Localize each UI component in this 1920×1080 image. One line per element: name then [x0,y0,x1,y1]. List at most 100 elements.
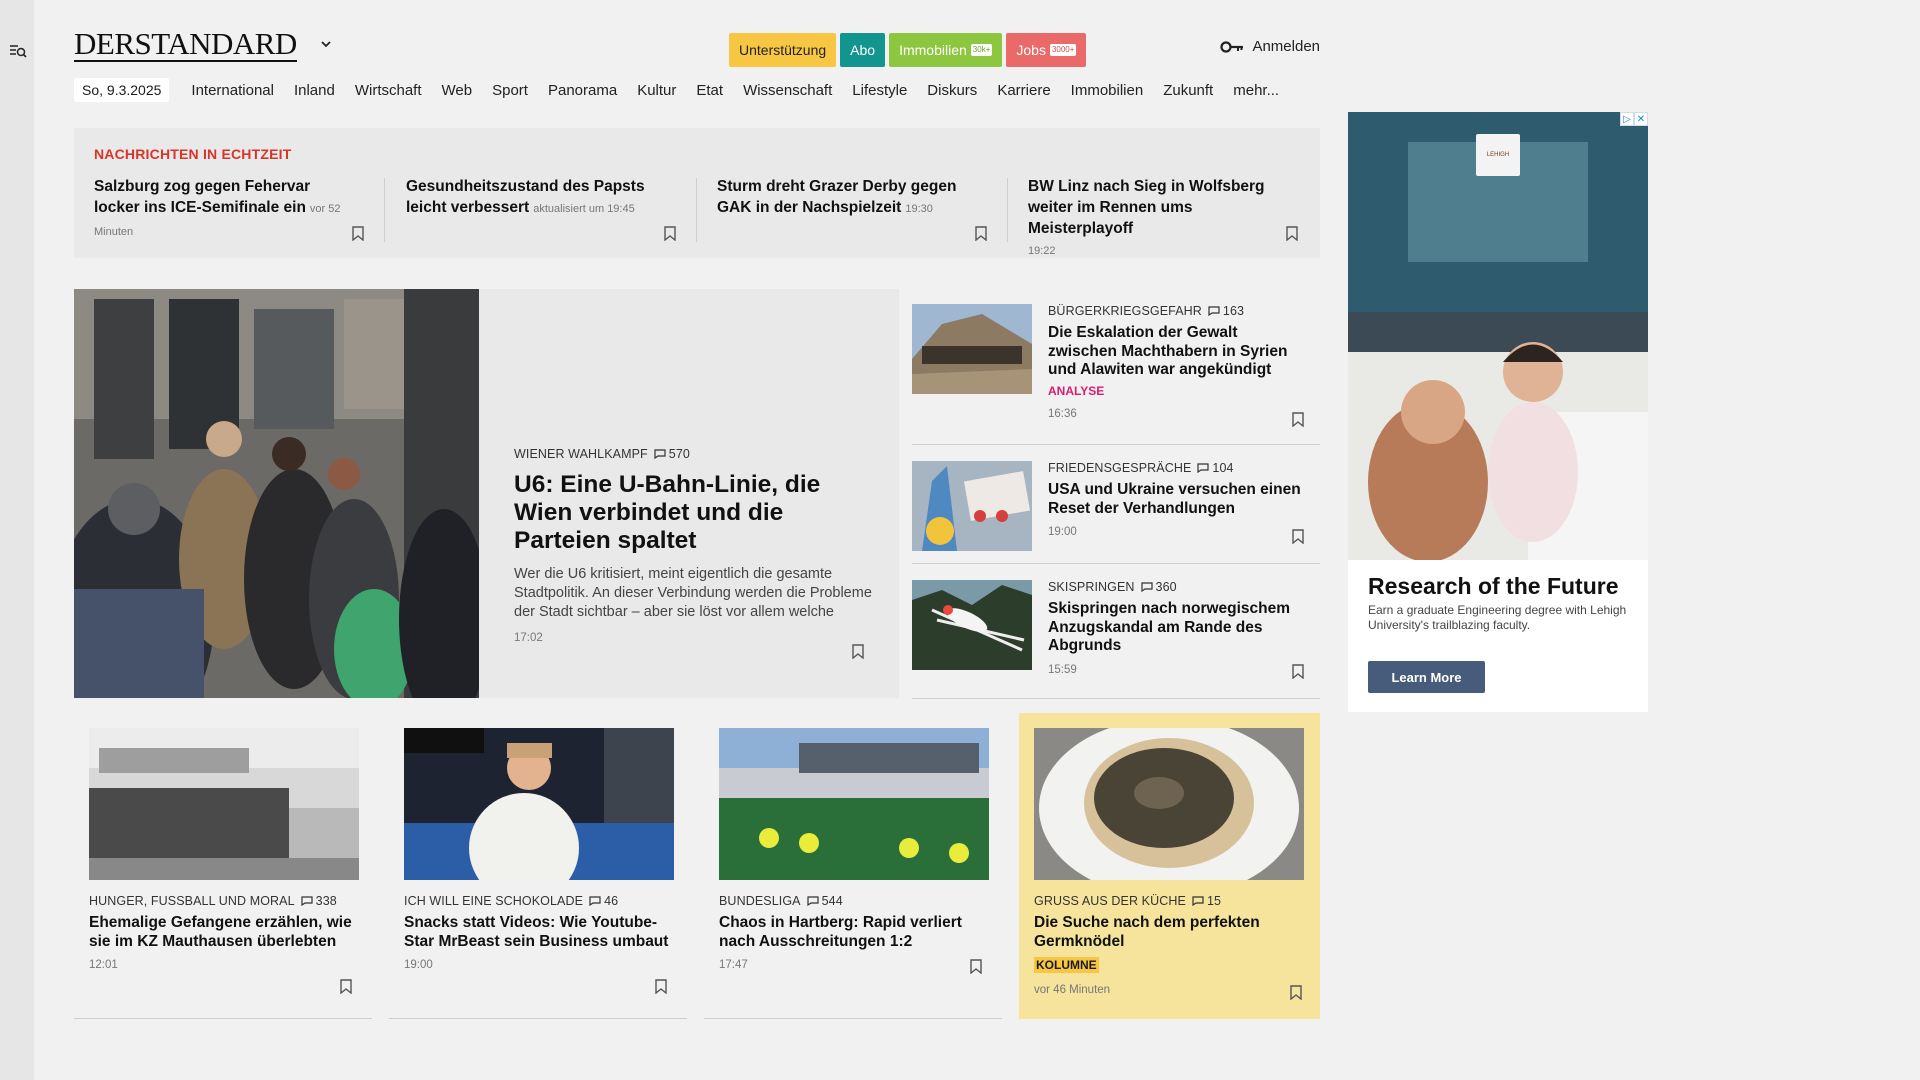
side-article[interactable]: SKISPRINGEN 360 Skispringen nach norwegis… [912,565,1320,699]
ad-close-icon[interactable]: ✕ [1634,112,1648,126]
comment-count[interactable]: 46 [589,894,618,908]
bookmark-icon[interactable] [664,226,676,241]
nav-item-wissenschaft[interactable]: Wissenschaft [733,82,842,99]
bookmark-icon[interactable] [655,979,667,994]
side-article[interactable]: FRIEDENSGESPRÄCHE 104 USA und Ukraine ver… [912,446,1320,564]
ad-choices[interactable]: ▷ ✕ [1620,112,1648,126]
side-headline[interactable]: USA und Ukraine versuchen einen Reset de… [1048,481,1310,518]
bookmark-icon[interactable] [970,959,982,974]
nav-item-wirtschaft[interactable]: Wirtschaft [345,82,432,99]
bookmark-icon[interactable] [1292,529,1304,544]
ad-headline: Research of the Future [1368,573,1619,599]
comment-count[interactable]: 104 [1197,461,1233,475]
advertisement[interactable]: LEHIGH ▷ ✕ Research of the Future Earn a… [1348,112,1648,712]
ticker-time: 19:30 [905,203,933,215]
nav-item-kultur[interactable]: Kultur [627,82,686,99]
ticker-title: Sturm dreht Grazer Derby gegen GAK in de… [717,178,957,216]
article-card[interactable]: HUNGER, FUSSBALL UND MORAL 338 Ehemalige … [74,713,372,1019]
learn-more-button[interactable]: Learn More [1368,661,1485,693]
immobilien-button[interactable]: Immobilien 30k+ [889,33,1003,67]
comment-count[interactable]: 163 [1208,304,1244,318]
comment-count[interactable]: 544 [806,894,843,908]
chevron-down-icon[interactable] [320,38,332,50]
comment-icon [1197,463,1210,473]
bookmark-icon[interactable] [975,226,987,241]
side-text: FRIEDENSGESPRÄCHE 104 USA und Ukraine ver… [1048,461,1310,538]
card-photo-mauthausen[interactable] [89,728,359,880]
jobs-label: Jobs [1016,42,1046,58]
login-button[interactable]: Anmelden [1220,38,1320,55]
comment-count[interactable]: 570 [654,447,690,461]
card-headline[interactable]: Snacks statt Videos: Wie Youtube-Star Mr… [404,914,674,951]
ticker-item[interactable]: Salzburg zog gegen Fehervar locker ins I… [74,176,364,246]
lead-article[interactable]: WIENER WAHLKAMPF 570 U6: Eine U-Bahn-Lin… [74,289,899,698]
bookmark-icon[interactable] [340,979,352,994]
side-time: 19:00 [1048,526,1077,538]
card-photo-mrbeast[interactable] [404,728,674,880]
ticker-heading: NACHRICHTEN IN ECHTZEIT [94,146,292,162]
support-button[interactable]: Unterstützung [729,33,837,67]
nav-item-immobilien[interactable]: Immobilien [1061,82,1154,99]
card-photo-germknoedel[interactable] [1034,728,1304,880]
side-photo-protest[interactable] [912,461,1032,551]
article-card[interactable]: ICH WILL EINE SCHOKOLADE 46 Snacks statt … [389,713,687,1019]
side-photo-syria[interactable] [912,304,1032,394]
card-headline[interactable]: Die Suche nach dem perfekten Germknödel [1034,914,1304,951]
search-menu-icon[interactable] [9,42,27,60]
adchoices-icon[interactable]: ▷ [1620,112,1634,126]
article-card-kolumne[interactable]: GRUSS AUS DER KÜCHE 15 Die Suche nach dem… [1019,713,1320,1019]
comment-icon [589,896,601,906]
nav-item-lifestyle[interactable]: Lifestyle [842,82,917,99]
nav-item-zukunft[interactable]: Zukunft [1153,82,1223,99]
bookmark-icon[interactable] [1292,664,1304,679]
article-card[interactable]: BUNDESLIGA 544 Chaos in Hartberg: Rapid v… [704,713,1002,1019]
support-label: Unterstützung [739,42,827,58]
ticker-item[interactable]: Sturm dreht Grazer Derby gegen GAK in de… [697,176,987,246]
card-text: GRUSS AUS DER KÜCHE 15 Die Suche nach dem… [1034,894,1304,996]
card-time: vor 46 Minuten [1034,984,1111,996]
side-headline[interactable]: Skispringen nach norwegischem Anzugskand… [1048,600,1310,656]
card-kicker: GRUSS AUS DER KÜCHE 15 [1034,894,1222,908]
nav-item-panorama[interactable]: Panorama [538,82,627,99]
bookmark-icon[interactable] [352,226,364,241]
abo-button[interactable]: Abo [840,33,886,67]
side-kicker: FRIEDENSGESPRÄCHE 104 [1048,461,1234,475]
ad-photo-students[interactable]: LEHIGH ▷ ✕ [1348,112,1648,560]
ticker-item[interactable]: Gesundheitszustand des Papsts leicht ver… [386,176,676,246]
card-photo-hartberg[interactable] [719,728,989,880]
bookmark-icon[interactable] [1286,226,1298,241]
nav-item-sport[interactable]: Sport [482,82,538,99]
lead-headline[interactable]: U6: Eine U-Bahn-Linie, die Wien verbinde… [514,471,874,555]
comment-count-value: 570 [668,447,690,461]
nav-item-inland[interactable]: Inland [284,82,345,99]
lead-photo-subway-crowd[interactable] [74,289,479,698]
comment-icon [1140,582,1153,592]
card-time: 19:00 [404,959,433,971]
ticker-item[interactable]: BW Linz nach Sieg in Wolfsberg weiter im… [1008,176,1298,257]
bookmark-icon[interactable] [852,644,864,659]
side-headline[interactable]: Die Eskalation der Gewalt zwischen Macht… [1048,324,1310,380]
card-headline[interactable]: Chaos in Hartberg: Rapid verliert nach A… [719,914,989,951]
bookmark-icon[interactable] [1292,412,1304,427]
lead-text: WIENER WAHLKAMPF 570 U6: Eine U-Bahn-Lin… [514,447,874,644]
side-photo-skijump[interactable] [912,580,1032,670]
nav-item-more[interactable]: mehr... [1223,82,1289,99]
comment-count[interactable]: 360 [1140,580,1177,594]
comment-count[interactable]: 338 [301,894,337,908]
card-time: 12:01 [89,959,118,971]
side-article[interactable]: BÜRGERKRIEGSGEFAHR 163 Die Eskalation der… [912,289,1320,445]
nav-item-etat[interactable]: Etat [686,82,733,99]
nav-item-international[interactable]: International [181,82,284,99]
jobs-button[interactable]: Jobs 3000+ [1006,33,1087,67]
card-headline[interactable]: Ehemalige Gefangene erzählen, wie sie im… [89,914,359,951]
nav-item-web[interactable]: Web [432,82,483,99]
nav-item-karriere[interactable]: Karriere [987,82,1060,99]
site-logo[interactable]: DERSTANDARD [74,28,297,62]
site-header: DERSTANDARD Unterstützung Abo Immobilien… [74,28,1320,68]
bookmark-icon[interactable] [1290,985,1302,1000]
side-text: SKISPRINGEN 360 Skispringen nach norwegis… [1048,580,1310,676]
key-icon [1220,40,1244,53]
comment-count[interactable]: 15 [1192,894,1221,908]
nav-item-diskurs[interactable]: Diskurs [917,82,987,99]
kicker-text: WIENER WAHLKAMPF [514,447,648,461]
